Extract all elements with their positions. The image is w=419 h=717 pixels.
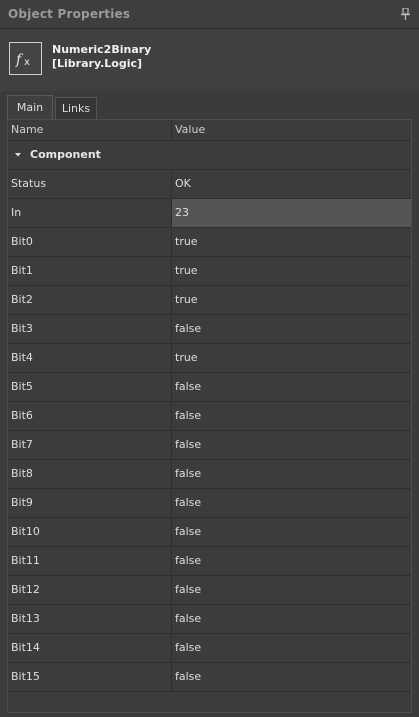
property-grid: Name Value Component Status OK In 23 Bit… xyxy=(7,119,412,713)
property-row-bit12[interactable]: Bit12 false xyxy=(8,576,411,605)
property-value[interactable]: true xyxy=(171,344,411,372)
property-value[interactable]: false xyxy=(171,431,411,459)
property-name: Bit0 xyxy=(11,235,33,248)
property-row-bit13[interactable]: Bit13 false xyxy=(8,605,411,634)
property-value[interactable]: false xyxy=(171,605,411,633)
property-value[interactable]: OK xyxy=(171,170,411,198)
property-name: Bit2 xyxy=(11,293,33,306)
object-type: Numeric2Binary xyxy=(52,43,152,56)
object-library: [Library.Logic] xyxy=(52,57,143,70)
property-name: Bit12 xyxy=(11,583,40,596)
property-row-bit5[interactable]: Bit5 false xyxy=(8,373,411,402)
property-value[interactable]: false xyxy=(171,315,411,343)
property-value[interactable]: false xyxy=(171,547,411,575)
property-row-bit1[interactable]: Bit1 true xyxy=(8,257,411,286)
svg-text:f: f xyxy=(15,52,24,68)
property-row-bit9[interactable]: Bit9 false xyxy=(8,489,411,518)
property-name: Bit15 xyxy=(11,670,40,683)
property-value[interactable]: false xyxy=(171,402,411,430)
property-value[interactable]: false xyxy=(171,663,411,691)
property-row-in[interactable]: In 23 xyxy=(8,199,411,228)
property-name: Bit1 xyxy=(11,264,33,277)
property-value[interactable]: false xyxy=(171,373,411,401)
column-header-name[interactable]: Name xyxy=(11,120,43,140)
property-name: Bit10 xyxy=(11,525,40,538)
property-row-bit10[interactable]: Bit10 false xyxy=(8,518,411,547)
property-name: Bit11 xyxy=(11,554,40,567)
property-value[interactable]: true xyxy=(171,286,411,314)
property-value[interactable]: true xyxy=(171,228,411,256)
object-name: Numeric2Binary [Library.Logic] xyxy=(52,43,151,71)
property-value[interactable]: false xyxy=(171,489,411,517)
pin-icon[interactable] xyxy=(401,8,410,20)
object-header: f x Numeric2Binary [Library.Logic] xyxy=(0,29,419,91)
property-name: Bit9 xyxy=(11,496,33,509)
column-header-value[interactable]: Value xyxy=(171,120,411,140)
property-name: Bit4 xyxy=(11,351,33,364)
property-value[interactable]: false xyxy=(171,634,411,662)
property-name: Bit13 xyxy=(11,612,40,625)
category-label: Component xyxy=(30,148,101,161)
svg-text:x: x xyxy=(24,57,30,68)
property-name: Status xyxy=(11,177,47,190)
property-tabs: Main Links xyxy=(0,95,419,119)
property-name: Bit6 xyxy=(11,409,33,422)
property-name: In xyxy=(11,206,22,219)
tab-main[interactable]: Main xyxy=(7,95,53,119)
property-name: Bit14 xyxy=(11,641,40,654)
category-row-component[interactable]: Component xyxy=(8,141,411,170)
chevron-down-icon[interactable] xyxy=(14,152,22,158)
property-row-bit7[interactable]: Bit7 false xyxy=(8,431,411,460)
property-value[interactable]: false xyxy=(171,576,411,604)
property-name: Bit3 xyxy=(11,322,33,335)
property-value[interactable]: false xyxy=(171,460,411,488)
property-row-bit11[interactable]: Bit11 false xyxy=(8,547,411,576)
property-row-bit8[interactable]: Bit8 false xyxy=(8,460,411,489)
tab-links[interactable]: Links xyxy=(55,97,97,119)
property-name: Bit8 xyxy=(11,467,33,480)
property-value[interactable]: false xyxy=(171,518,411,546)
property-value-input[interactable]: 23 xyxy=(171,199,411,227)
property-value[interactable]: true xyxy=(171,257,411,285)
function-fx-icon: f x xyxy=(9,42,42,75)
grid-header-row: Name Value xyxy=(8,120,411,141)
property-row-bit3[interactable]: Bit3 false xyxy=(8,315,411,344)
panel-title-bar: Object Properties xyxy=(0,0,419,29)
property-row-bit4[interactable]: Bit4 true xyxy=(8,344,411,373)
panel-title: Object Properties xyxy=(8,7,131,21)
property-name: Bit5 xyxy=(11,380,33,393)
property-row-bit15[interactable]: Bit15 false xyxy=(8,663,411,692)
property-row-bit0[interactable]: Bit0 true xyxy=(8,228,411,257)
property-row-bit14[interactable]: Bit14 false xyxy=(8,634,411,663)
property-name: Bit7 xyxy=(11,438,33,451)
property-row-bit2[interactable]: Bit2 true xyxy=(8,286,411,315)
property-row-status[interactable]: Status OK xyxy=(8,170,411,199)
property-row-bit6[interactable]: Bit6 false xyxy=(8,402,411,431)
